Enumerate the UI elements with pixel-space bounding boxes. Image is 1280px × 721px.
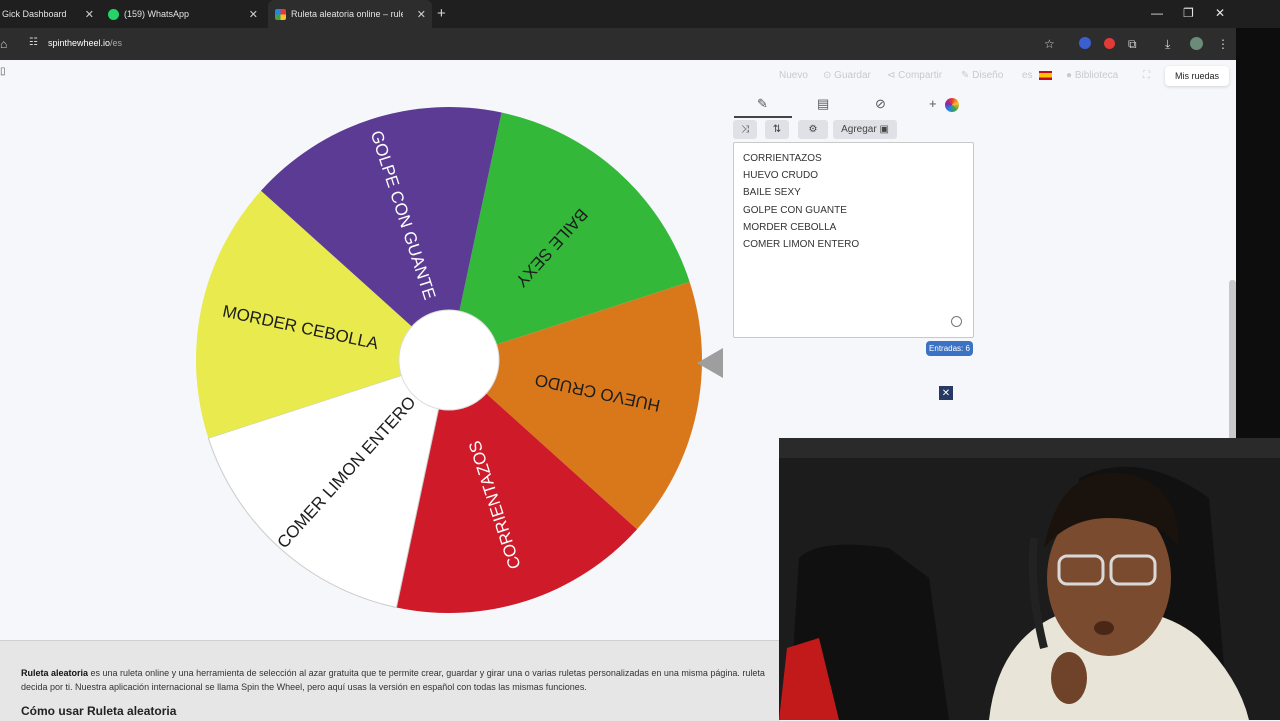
site-settings-icon[interactable]: ☷ — [29, 37, 38, 48]
spin-wheel[interactable]: BAILE SEXYHUEVO CRUDOCORRIENTAZOSCOMER L… — [193, 104, 705, 616]
spain-flag-icon — [1039, 71, 1052, 80]
close-window-icon[interactable]: ✕ — [1215, 6, 1225, 20]
extension-icon[interactable] — [1079, 37, 1091, 49]
extensions-puzzle-icon[interactable]: ⧉ — [1128, 37, 1137, 52]
howto-heading: Cómo usar Ruleta aleatoria — [21, 704, 177, 718]
url-host: spinthewheel.io — [48, 38, 111, 48]
disenio-button[interactable]: ✎ Diseño — [961, 70, 1003, 81]
biblioteca-button[interactable]: ● Biblioteca — [1066, 70, 1118, 81]
wheel-center-hub[interactable] — [398, 309, 500, 411]
page-icon: ▯ — [0, 66, 6, 77]
language-selector[interactable]: es — [1022, 70, 1033, 81]
shuffle-icon[interactable]: ⤨ — [733, 120, 757, 139]
clipboard-icon[interactable]: ▤ — [817, 96, 829, 112]
biblioteca-label: Biblioteca — [1074, 70, 1119, 81]
entries-textarea[interactable]: CORRIENTAZOS HUEVO CRUDO BAILE SEXY GOLP… — [733, 142, 974, 338]
tab-ruleta[interactable]: Ruleta aleatoria online – ruleta ✕ — [268, 0, 432, 28]
entry-line: BAILE SEXY — [743, 187, 801, 199]
entry-count-badge: Entradas: 6 — [926, 341, 973, 356]
profile-avatar[interactable] — [1190, 37, 1203, 50]
nuevo-button[interactable]: Nuevo — [779, 70, 808, 81]
tab-title: Gick Dashboard — [2, 9, 67, 19]
active-tab-indicator — [734, 116, 792, 118]
agregar-button[interactable]: Agregar ▣ — [833, 120, 897, 139]
guardar-button[interactable]: ⊙ Guardar — [823, 70, 871, 81]
new-tab-icon[interactable]: + — [437, 5, 446, 22]
guardar-label: Guardar — [834, 70, 871, 81]
wheel-favicon-icon — [275, 8, 286, 20]
info-paragraph: Ruleta aleatoria es una ruleta online y … — [21, 666, 781, 694]
entry-line: COMER LIMON ENTERO — [743, 239, 860, 251]
editor-tabs: ✎ ▤ ⊘ + — [733, 94, 973, 116]
entry-line: GOLPE CON GUANTE — [743, 204, 847, 216]
entry-line: HUEVO CRUDO — [743, 170, 819, 182]
restore-icon[interactable]: ❐ — [1183, 6, 1194, 20]
url-field[interactable]: spinthewheel.io/es — [48, 38, 122, 48]
home-icon[interactable]: ⌂ — [0, 37, 7, 51]
extension-icon[interactable] — [1104, 38, 1115, 49]
emoji-icon[interactable] — [951, 316, 962, 327]
entry-line: MORDER CEBOLLA — [743, 221, 837, 233]
disenio-label: Diseño — [972, 70, 1004, 81]
agregar-label: Agregar — [841, 124, 877, 135]
browser-tab-strip: Gick Dashboard ✕ (159) WhatsApp ✕ Ruleta… — [0, 0, 1280, 28]
edit-pencil-icon[interactable]: ✎ — [757, 96, 768, 112]
close-tab-icon[interactable]: ✕ — [249, 8, 258, 21]
settings-gear-icon[interactable]: ⚙ — [798, 120, 828, 139]
close-icon[interactable]: ✕ — [939, 386, 953, 400]
minimize-icon[interactable]: — — [1151, 6, 1163, 20]
close-tab-icon[interactable]: ✕ — [417, 8, 426, 21]
info-text: es una ruleta online y una herramienta d… — [21, 668, 765, 692]
compartir-label: Compartir — [898, 70, 943, 81]
sort-icon[interactable]: ⇅ — [765, 120, 789, 139]
compartir-button[interactable]: ⊲ Compartir — [887, 70, 942, 81]
bookmark-star-icon[interactable]: ☆ — [1044, 37, 1055, 51]
menu-kebab-icon[interactable]: ⋮ — [1217, 37, 1229, 51]
hide-eye-icon[interactable]: ⊘ — [875, 96, 886, 112]
wheel-pointer-icon — [697, 348, 723, 378]
webcam-overlay — [779, 438, 1280, 720]
entry-line: CORRIENTAZOS — [743, 153, 822, 164]
dark-side-strip — [1236, 28, 1280, 438]
address-bar: ⌂ ☷ spinthewheel.io/es ☆ ⧉ ⤓ ⋮ — [0, 28, 1236, 60]
tab-whatsapp[interactable]: (159) WhatsApp ✕ — [108, 0, 264, 28]
close-tab-icon[interactable]: ✕ — [85, 8, 94, 21]
info-bold: Ruleta aleatoria — [21, 668, 89, 678]
image-icon: ▣ — [879, 124, 889, 135]
tab-dashboard[interactable]: Gick Dashboard ✕ — [0, 0, 100, 28]
color-wheel-icon[interactable] — [945, 98, 959, 112]
whatsapp-icon — [108, 8, 119, 20]
url-path: /es — [110, 38, 123, 48]
add-color-icon[interactable]: + — [929, 96, 937, 111]
download-icon[interactable]: ⤓ — [1165, 37, 1170, 52]
tab-title: Ruleta aleatoria online – ruleta — [291, 9, 403, 19]
tab-title: (159) WhatsApp — [124, 9, 190, 19]
page-scrollbar[interactable] — [1229, 280, 1236, 440]
fullscreen-icon[interactable]: ⛶ — [1143, 70, 1150, 81]
mis-ruedas-button[interactable]: Mis ruedas — [1165, 66, 1229, 86]
